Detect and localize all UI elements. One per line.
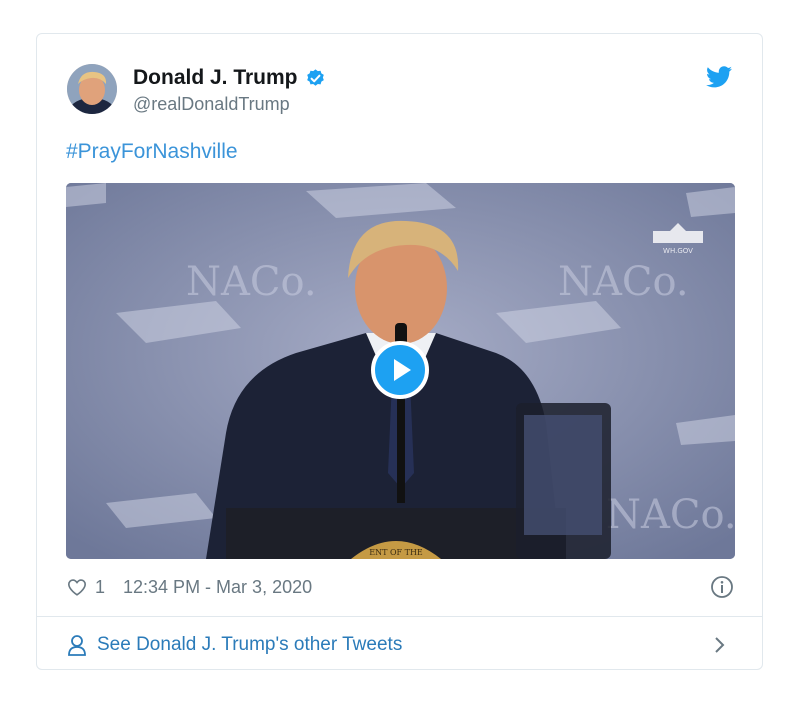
user-handle[interactable]: @realDonaldTrump <box>133 94 290 115</box>
divider <box>37 616 762 617</box>
like-count[interactable]: 1 <box>95 577 105 598</box>
heart-icon[interactable] <box>67 578 87 596</box>
info-icon[interactable] <box>710 575 734 599</box>
see-other-tweets-link[interactable]: See Donald J. Trump's other Tweets <box>67 632 402 658</box>
backdrop-logo: NACo. <box>186 259 317 305</box>
tweet-text-hashtag[interactable]: #PrayForNashville <box>66 140 238 164</box>
backdrop-logo: NACo. <box>606 492 735 538</box>
verified-badge-icon <box>306 68 324 86</box>
play-icon <box>394 359 411 381</box>
display-name[interactable]: Donald J. Trump <box>133 66 326 90</box>
see-other-tweets-label: See Donald J. Trump's other Tweets <box>97 634 403 655</box>
video-player[interactable]: NACo. NACo. NACo. WH.GOV ENT OF THE <box>66 183 735 559</box>
backdrop-logo: NACo. <box>558 259 689 305</box>
tweet-card[interactable]: Donald J. Trump @realDonaldTrump #PrayFo… <box>36 33 763 670</box>
avatar[interactable] <box>67 64 117 114</box>
display-name-text: Donald J. Trump <box>133 66 298 89</box>
twitter-bird-icon[interactable] <box>706 66 732 88</box>
play-button[interactable] <box>371 341 429 399</box>
person-icon <box>68 635 86 656</box>
timestamp-link[interactable]: 12:34 PM - Mar 3, 2020 <box>123 577 312 598</box>
tweet-meta: 1 12:34 PM - Mar 3, 2020 <box>67 575 312 599</box>
seal-text: ENT OF THE <box>369 548 423 557</box>
wh-gov-watermark: WH.GOV <box>663 247 693 255</box>
chevron-right-icon[interactable] <box>714 636 726 654</box>
